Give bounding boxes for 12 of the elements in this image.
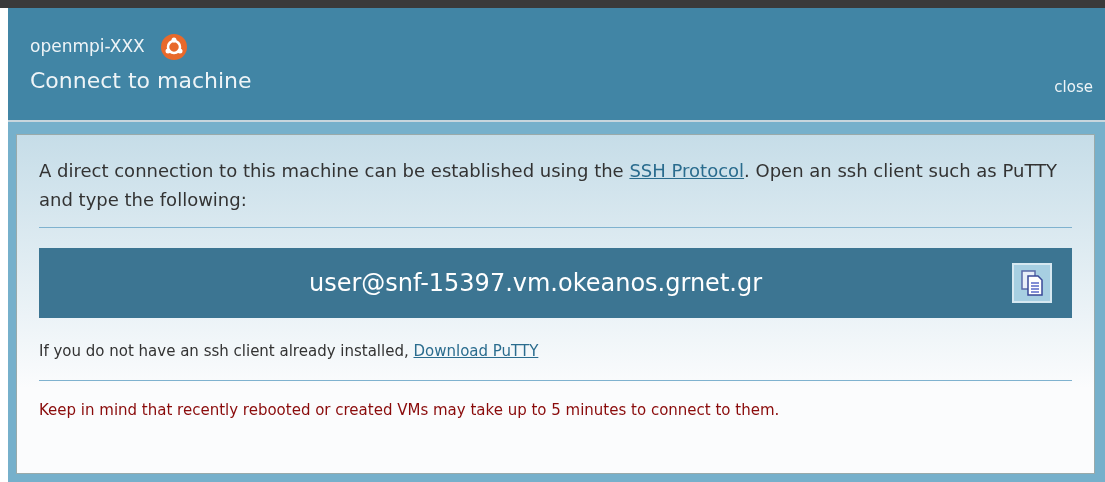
download-link[interactable]: Download PuTTY bbox=[413, 341, 539, 360]
download-note: If you do not have an ssh client already installed, Download PuTTY bbox=[39, 317, 1072, 382]
close-link[interactable]: close bbox=[1054, 75, 1093, 98]
copy-button[interactable] bbox=[1012, 262, 1052, 303]
intro-paragraph: A direct connection to this machine can be established using the SSH Protocol. Open an ssh client such as PuTTY and type the following: bbox=[39, 157, 1072, 228]
os-logo-icon bbox=[160, 34, 187, 60]
copy-icon bbox=[1020, 268, 1044, 297]
ssh-protocol-link[interactable]: SSH Protocol bbox=[629, 160, 745, 181]
warning-text: Keep in mind that recently rebooted or created VMs may take up to 5 minutes to connect to them. bbox=[39, 400, 781, 422]
dialog-title: Connect to machine bbox=[30, 67, 252, 95]
machine-name: openmpi-XXX bbox=[30, 35, 145, 59]
ssh-command: user@snf-15397.vm.okeanos.grnet.gr bbox=[307, 267, 764, 299]
